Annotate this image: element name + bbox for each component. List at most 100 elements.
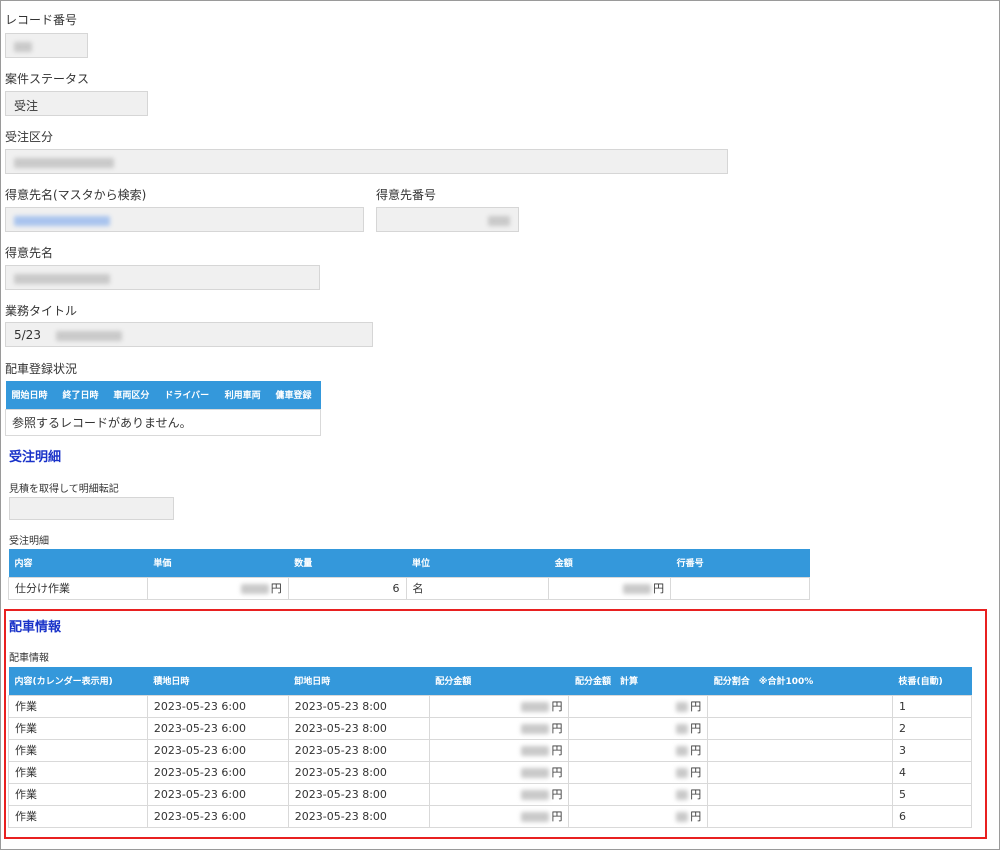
cell-load-datetime: 2023-05-23 6:00 (146, 716, 289, 740)
cell-load-datetime: 2023-05-23 6:00 (146, 804, 289, 828)
col-calendar-content: 内容(カレンダー表示用) (8, 667, 148, 695)
table-row: 仕分け作業 円 6 名 円 (8, 576, 810, 600)
table-row: 作業 2023-05-23 6:00 2023-05-23 8:00 円円 3 (8, 738, 972, 762)
quote-transfer-label: 見積を取得して明細転記 (9, 484, 119, 495)
cell-alloc-amount: 円 (428, 738, 570, 762)
job-title-field: 5/23 (5, 322, 373, 347)
col-load-datetime: 積地日時 (147, 667, 289, 695)
col-alloc-calc: 配分金額 計算 (568, 667, 708, 695)
order-detail-label: 受注明細 (9, 536, 49, 547)
cell-amount: 円 (548, 576, 672, 600)
job-title-label: 業務タイトル (5, 304, 78, 318)
cell-unload-datetime: 2023-05-23 8:00 (287, 694, 430, 718)
cell-alloc-ratio (707, 804, 894, 828)
cell-branch-no: 2 (892, 716, 972, 740)
cell-quantity: 6 (287, 576, 407, 600)
dispatch-info-table: 内容(カレンダー表示用) 積地日時 卸地日時 配分金額 配分金額 計算 配分割合… (8, 667, 972, 828)
cell-alloc-ratio (707, 782, 894, 806)
cell-load-datetime: 2023-05-23 6:00 (146, 738, 289, 762)
cell-alloc-amount: 円 (428, 716, 570, 740)
col-alloc-amount: 配分金額 (429, 667, 569, 695)
cell-line-no (670, 576, 810, 600)
cell-alloc-calc: 円 (568, 804, 709, 828)
dispatch-status-label: 配車登録状況 (5, 362, 78, 376)
cell-alloc-calc: 円 (568, 694, 709, 718)
cell-content: 作業 (8, 716, 148, 740)
customer-search-label: 得意先名(マスタから検索) (5, 188, 147, 202)
cell-content: 作業 (8, 694, 148, 718)
table-row: 作業 2023-05-23 6:00 2023-05-23 8:00 円円 1 (8, 694, 972, 718)
col-vehicle-type: 車両区分 (107, 381, 159, 409)
cell-unload-datetime: 2023-05-23 8:00 (287, 804, 430, 828)
col-amount: 金額 (548, 549, 671, 577)
cell-unit-price: 円 (146, 576, 289, 600)
cell-branch-no: 4 (892, 760, 972, 784)
cell-alloc-ratio (707, 694, 894, 718)
table-row: 作業 2023-05-23 6:00 2023-05-23 8:00 円円 2 (8, 716, 972, 740)
status-value: 受注 (14, 99, 39, 113)
empty-message: 参照するレコードがありません。 (5, 408, 321, 436)
cell-load-datetime: 2023-05-23 6:00 (146, 782, 289, 806)
cell-branch-no: 5 (892, 782, 972, 806)
col-content: 内容 (8, 549, 148, 577)
col-charter: 傭車登録 (269, 381, 321, 409)
cell-alloc-calc: 円 (568, 716, 709, 740)
col-branch-no: 枝番(自動) (892, 667, 972, 695)
cell-alloc-amount: 円 (428, 804, 570, 828)
col-start: 開始日時 (5, 381, 57, 409)
dispatch-status-table: 開始日時 終了日時 車両区分 ドライバー 利用車両 傭車登録 参照するレコードが… (5, 381, 321, 436)
cell-alloc-amount: 円 (428, 760, 570, 784)
status-label: 案件ステータス (5, 72, 90, 86)
dispatch-info-title: 配車情報 (9, 620, 62, 635)
cell-alloc-amount: 円 (428, 782, 570, 806)
col-vehicle: 利用車両 (218, 381, 270, 409)
cell-alloc-ratio (707, 716, 894, 740)
col-alloc-ratio: 配分割合 ※合計100% (707, 667, 893, 695)
col-unit-price: 単価 (147, 549, 289, 577)
cell-branch-no: 1 (892, 694, 972, 718)
cell-content: 仕分け作業 (8, 576, 148, 600)
table-row: 作業 2023-05-23 6:00 2023-05-23 8:00 円円 5 (8, 782, 972, 806)
order-type-field (5, 149, 728, 174)
customer-number-label: 得意先番号 (376, 188, 437, 202)
cell-unload-datetime: 2023-05-23 8:00 (287, 782, 430, 806)
cell-alloc-calc: 円 (568, 738, 709, 762)
col-driver: ドライバー (158, 381, 219, 409)
record-number-label: レコード番号 (5, 13, 78, 27)
cell-content: 作業 (8, 804, 148, 828)
quote-transfer-field[interactable] (9, 497, 174, 520)
order-section-title: 受注明細 (9, 450, 62, 465)
table-row: 作業 2023-05-23 6:00 2023-05-23 8:00 円円 6 (8, 804, 972, 828)
customer-number-field (376, 207, 519, 232)
cell-load-datetime: 2023-05-23 6:00 (146, 760, 289, 784)
customer-name-field (5, 265, 320, 290)
dispatch-info-label: 配車情報 (9, 653, 49, 664)
cell-unload-datetime: 2023-05-23 8:00 (287, 716, 430, 740)
cell-load-datetime: 2023-05-23 6:00 (146, 694, 289, 718)
cell-alloc-calc: 円 (568, 760, 709, 784)
col-unit: 単位 (406, 549, 549, 577)
col-line-no: 行番号 (670, 549, 810, 577)
cell-unload-datetime: 2023-05-23 8:00 (287, 760, 430, 784)
job-title-value: 5/23 (14, 328, 41, 342)
cell-content: 作業 (8, 760, 148, 784)
cell-branch-no: 6 (892, 804, 972, 828)
table-row: 作業 2023-05-23 6:00 2023-05-23 8:00 円円 4 (8, 760, 972, 784)
order-type-label: 受注区分 (5, 130, 54, 144)
status-field: 受注 (5, 91, 148, 116)
customer-search-field[interactable] (5, 207, 364, 232)
cell-alloc-ratio (707, 760, 894, 784)
cell-unload-datetime: 2023-05-23 8:00 (287, 738, 430, 762)
cell-alloc-amount: 円 (428, 694, 570, 718)
col-unload-datetime: 卸地日時 (288, 667, 430, 695)
record-number-field (5, 33, 88, 58)
customer-name-label: 得意先名 (5, 246, 54, 260)
cell-alloc-ratio (707, 738, 894, 762)
cell-unit: 名 (405, 576, 550, 600)
col-quantity: 数量 (288, 549, 407, 577)
cell-alloc-calc: 円 (568, 782, 709, 806)
cell-content: 作業 (8, 782, 148, 806)
cell-content: 作業 (8, 738, 148, 762)
cell-branch-no: 3 (892, 738, 972, 762)
order-detail-table: 内容 単価 数量 単位 金額 行番号 仕分け作業 円 6 名 円 (8, 549, 810, 600)
